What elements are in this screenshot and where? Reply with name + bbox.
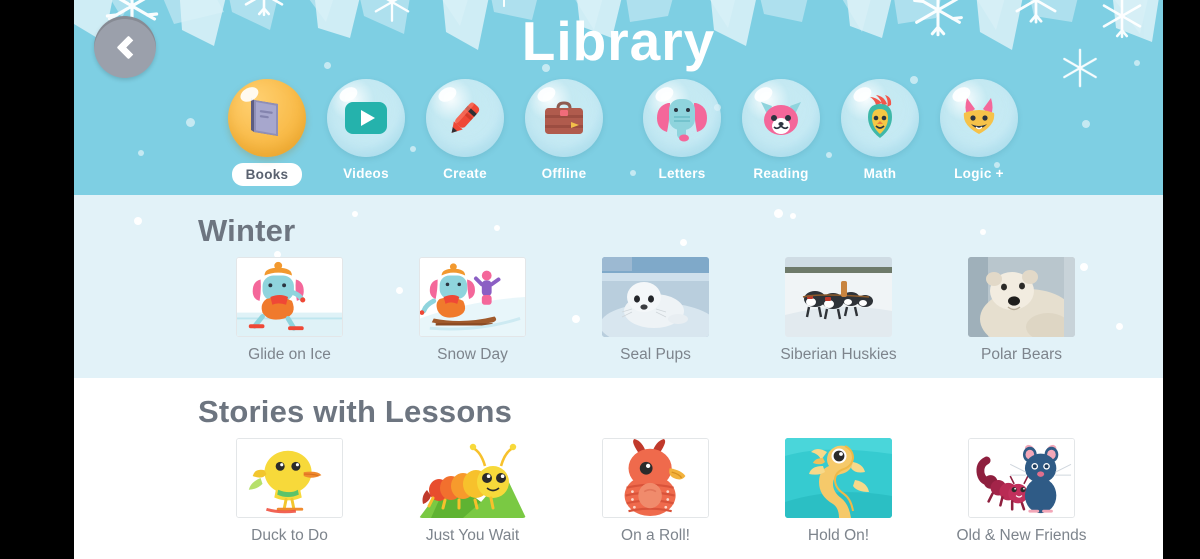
winter-row: Glide on Ice Snow Day Seal Pups Siberian… <box>74 257 1163 364</box>
thumbnail-on-a-roll <box>602 438 709 518</box>
page-title: Library <box>521 10 716 72</box>
nav-label-videos: Videos <box>343 166 389 181</box>
nav-label-create: Create <box>443 166 487 181</box>
thumbnail-snow-day <box>419 257 526 337</box>
category-nav: Books Videos Create Offline Letters Read… <box>74 79 1163 186</box>
nav-item-letters[interactable]: Letters <box>643 79 721 181</box>
nav-bubble-books <box>228 79 306 157</box>
nav-label-offline: Offline <box>541 166 587 181</box>
card-label: Old & New Friends <box>956 527 1087 544</box>
library-card[interactable]: On a Roll! <box>564 438 747 545</box>
app-header: Library Books Videos Create Offline Lett… <box>74 0 1163 195</box>
section-title-stories: Stories with Lessons <box>198 394 513 429</box>
nav-bubble-create <box>426 79 504 157</box>
stories-row: Duck to Do Just You Wait On a Roll! Hold… <box>74 438 1163 545</box>
bird-icon <box>868 95 892 138</box>
library-card[interactable]: Siberian Huskies <box>747 257 930 364</box>
red-panda-icon <box>761 102 801 135</box>
elephant-icon <box>657 99 707 142</box>
nav-bubble-math <box>841 79 919 157</box>
card-label: On a Roll! <box>621 527 690 544</box>
card-label: Duck to Do <box>251 527 328 544</box>
nav-item-reading[interactable]: Reading <box>742 79 820 181</box>
nav-label-math: Math <box>863 166 897 181</box>
crayon-icon <box>451 102 480 133</box>
library-card[interactable]: Seal Pups <box>564 257 747 364</box>
book-icon <box>251 98 278 136</box>
thumbnail-hold-on <box>785 438 892 518</box>
app-viewport: Library Books Videos Create Offline Lett… <box>74 0 1163 559</box>
library-card[interactable]: Old & New Friends <box>930 438 1113 545</box>
nav-label-reading: Reading <box>753 166 809 181</box>
library-card[interactable]: Just You Wait <box>381 438 564 545</box>
letterbox-right <box>1163 0 1200 559</box>
nav-item-create[interactable]: Create <box>426 79 504 181</box>
thumbnail-old-and-new-friends <box>968 438 1075 518</box>
nav-label-books: Books <box>231 163 303 186</box>
library-card[interactable]: Polar Bears <box>930 257 1113 364</box>
nav-bubble-reading <box>742 79 820 157</box>
nav-item-logic[interactable]: Logic + <box>940 79 1018 181</box>
suitcase-icon <box>545 101 583 134</box>
thumbnail-polar-bears <box>968 257 1075 337</box>
library-card[interactable]: Duck to Do <box>198 438 381 545</box>
fox-icon <box>963 98 995 134</box>
card-label: Hold On! <box>807 527 870 544</box>
nav-label-letters: Letters <box>658 166 706 181</box>
nav-item-math[interactable]: Math <box>841 79 919 181</box>
thumbnail-siberian-huskies <box>785 257 892 337</box>
section-stories-with-lessons: Stories with Lessons Duck to Do Just You… <box>74 378 1163 559</box>
section-title-winter: Winter <box>198 213 296 248</box>
play-video-icon <box>345 102 387 134</box>
card-label: Just You Wait <box>425 527 520 544</box>
nav-bubble-letters <box>643 79 721 157</box>
card-label: Siberian Huskies <box>780 346 897 363</box>
nav-label-logic: Logic + <box>954 166 1004 181</box>
nav-item-videos[interactable]: Videos <box>327 79 405 181</box>
nav-bubble-offline <box>525 79 603 157</box>
thumbnail-duck-to-do <box>236 438 343 518</box>
nav-item-books[interactable]: Books <box>228 79 306 186</box>
card-label: Polar Bears <box>981 346 1062 363</box>
card-label: Snow Day <box>437 346 508 363</box>
card-label: Glide on Ice <box>248 346 331 363</box>
back-button[interactable] <box>94 16 156 78</box>
thumbnail-just-you-wait <box>419 438 526 518</box>
card-label: Seal Pups <box>620 346 691 363</box>
thumbnail-glide-on-ice <box>236 257 343 337</box>
library-card[interactable]: Snow Day <box>381 257 564 364</box>
nav-item-offline[interactable]: Offline <box>525 79 603 181</box>
section-winter: Winter Glide on Ice Snow Day Seal Pups S… <box>74 195 1163 378</box>
library-card[interactable]: Glide on Ice <box>198 257 381 364</box>
letterbox-left <box>0 0 74 559</box>
library-card[interactable]: Hold On! <box>747 438 930 545</box>
chevron-left-icon <box>115 34 141 60</box>
thumbnail-seal-pups <box>602 257 709 337</box>
nav-bubble-videos <box>327 79 405 157</box>
nav-bubble-logic <box>940 79 1018 157</box>
